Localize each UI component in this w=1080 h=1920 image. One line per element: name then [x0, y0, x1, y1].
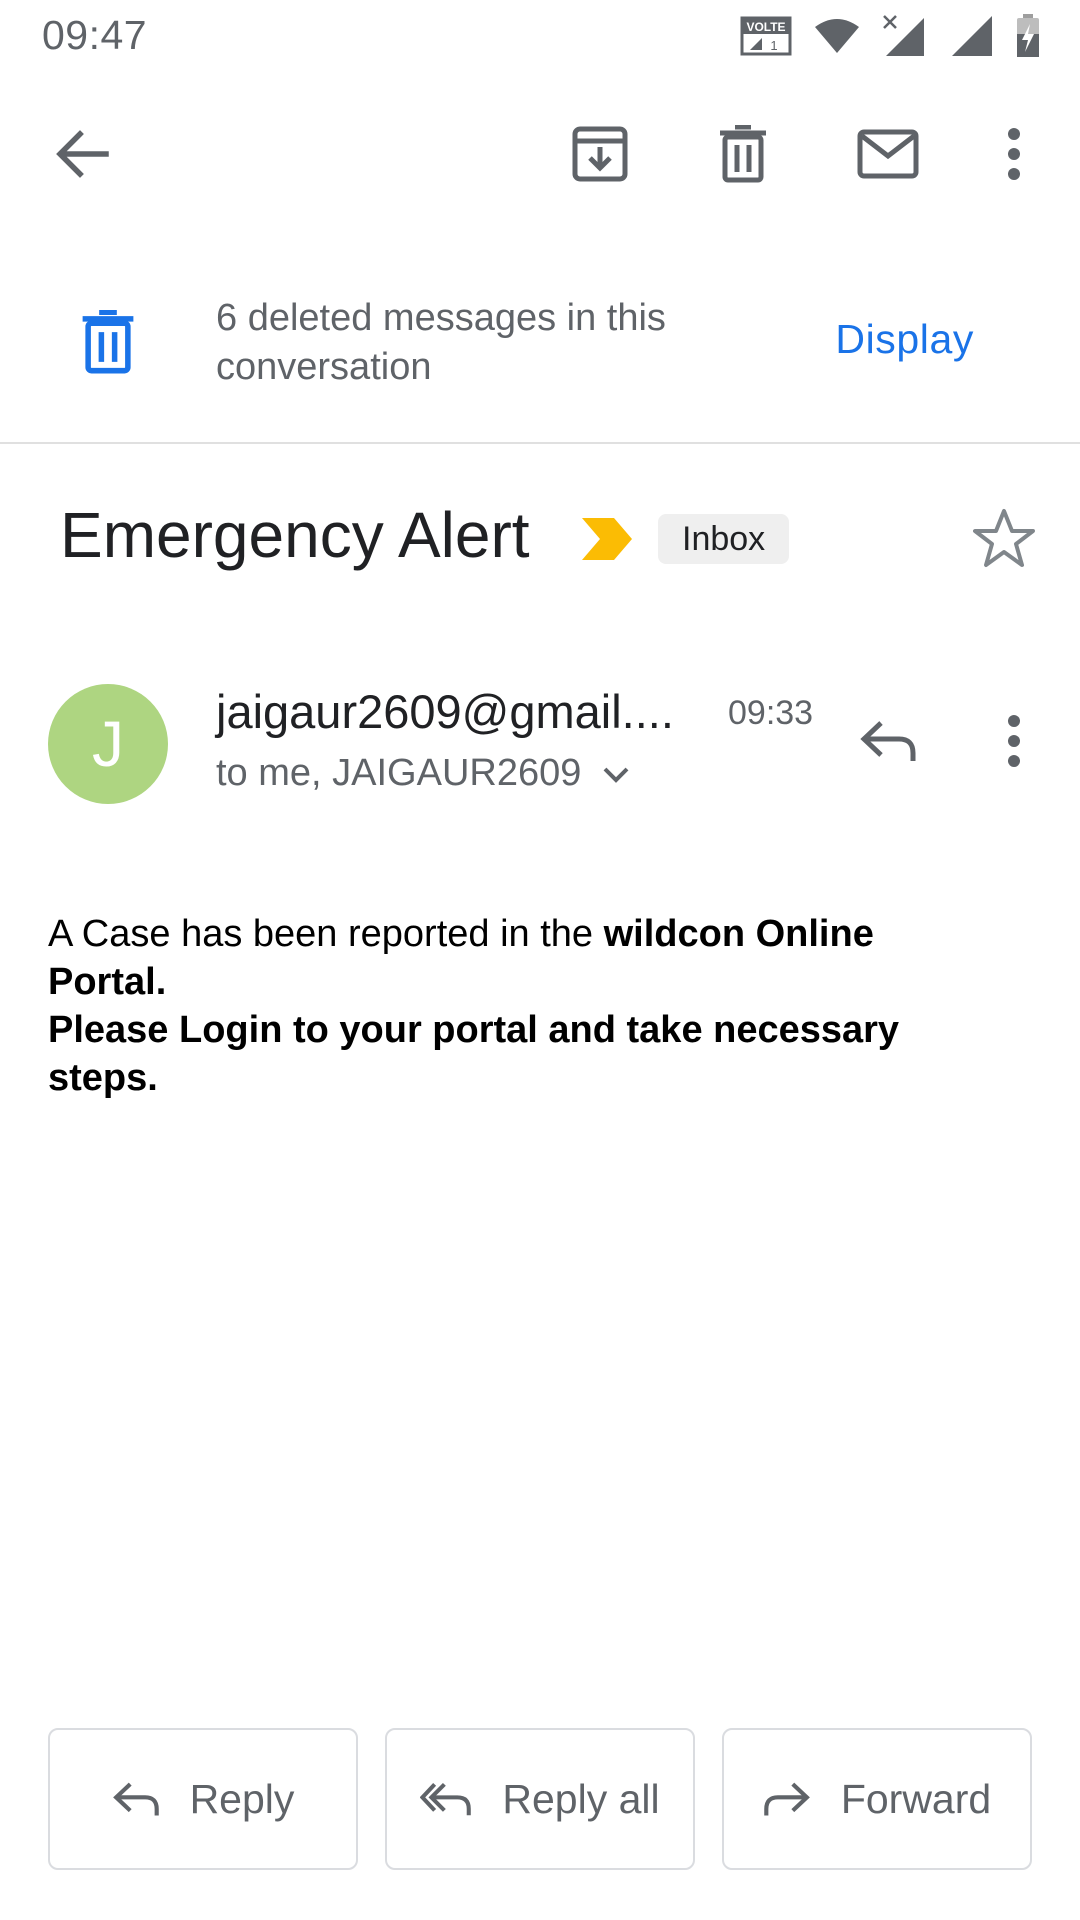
- email-screen: 09:47 VOLTE 1 6 deleted messages in this…: [0, 0, 1080, 1920]
- back-button[interactable]: [34, 100, 130, 212]
- back-arrow-icon: [54, 129, 110, 184]
- svg-text:VOLTE: VOLTE: [746, 20, 785, 34]
- archive-icon: [571, 125, 629, 188]
- reply-button[interactable]: Reply: [48, 1728, 358, 1870]
- battery-charging-icon: [1016, 14, 1040, 58]
- reply-all-label: Reply all: [502, 1775, 660, 1822]
- message-more-button[interactable]: [974, 698, 1054, 788]
- more-vert-icon: [1006, 714, 1022, 772]
- svg-text:1: 1: [770, 38, 777, 53]
- reply-all-button[interactable]: Reply all: [385, 1728, 695, 1870]
- reply-icon: [112, 1780, 160, 1818]
- recipients-text: to me, JAIGAUR2609: [216, 752, 582, 794]
- signal-no-service-icon: [882, 14, 928, 58]
- email-subject: Emergency Alert: [60, 499, 530, 571]
- star-icon: [973, 508, 1035, 573]
- subject-row: Emergency Alert Inbox: [0, 490, 1080, 590]
- status-bar: 09:47 VOLTE 1: [0, 0, 1080, 72]
- forward-label: Forward: [840, 1775, 992, 1822]
- reply-icon: [859, 719, 917, 768]
- signal-icon: [950, 14, 994, 58]
- status-time: 09:47: [42, 12, 148, 58]
- message-actions: Reply Reply all Forward: [48, 1728, 1032, 1872]
- forward-icon: [763, 1780, 811, 1818]
- message-body: A Case has been reported in the wildcon …: [48, 910, 948, 1102]
- star-button[interactable]: [964, 500, 1044, 580]
- reply-label: Reply: [189, 1775, 295, 1822]
- more-vert-icon: [1006, 127, 1022, 185]
- sender-address: jaigaur2609@gmail....: [216, 685, 674, 738]
- sender-row: J jaigaur2609@gmail.... 09:33 to me, JAI…: [0, 672, 1080, 812]
- status-icons: VOLTE 1: [740, 14, 1040, 58]
- reply-all-icon: [420, 1780, 472, 1818]
- message-time: 09:33: [728, 694, 814, 732]
- message-reply-button[interactable]: [848, 698, 928, 788]
- mail-icon: [857, 129, 919, 184]
- delete-button[interactable]: [695, 100, 791, 212]
- chevron-down-icon: [601, 752, 631, 795]
- body-text: A Case has been reported in the: [48, 913, 604, 955]
- avatar[interactable]: J: [48, 684, 168, 804]
- importance-marker-icon[interactable]: [580, 516, 634, 567]
- volte-icon: VOLTE 1: [740, 16, 792, 56]
- mark-unread-button[interactable]: [840, 100, 936, 212]
- forward-button[interactable]: Forward: [722, 1728, 1032, 1870]
- label-chip[interactable]: Inbox: [658, 514, 790, 564]
- toolbar: [0, 100, 1080, 212]
- trash-icon: [718, 124, 768, 188]
- deleted-messages-banner: 6 deleted messages in this conversation …: [0, 272, 1080, 444]
- display-deleted-button[interactable]: Display: [835, 316, 974, 363]
- archive-button[interactable]: [552, 100, 648, 212]
- trash-icon: [78, 309, 138, 379]
- wifi-icon: [814, 17, 860, 55]
- more-options-button[interactable]: [966, 100, 1062, 212]
- deleted-messages-text: 6 deleted messages in this conversation: [216, 297, 666, 388]
- recipients-toggle[interactable]: to me, JAIGAUR2609: [216, 752, 631, 795]
- body-bold-text: Please Login to your portal and take nec…: [48, 1009, 900, 1099]
